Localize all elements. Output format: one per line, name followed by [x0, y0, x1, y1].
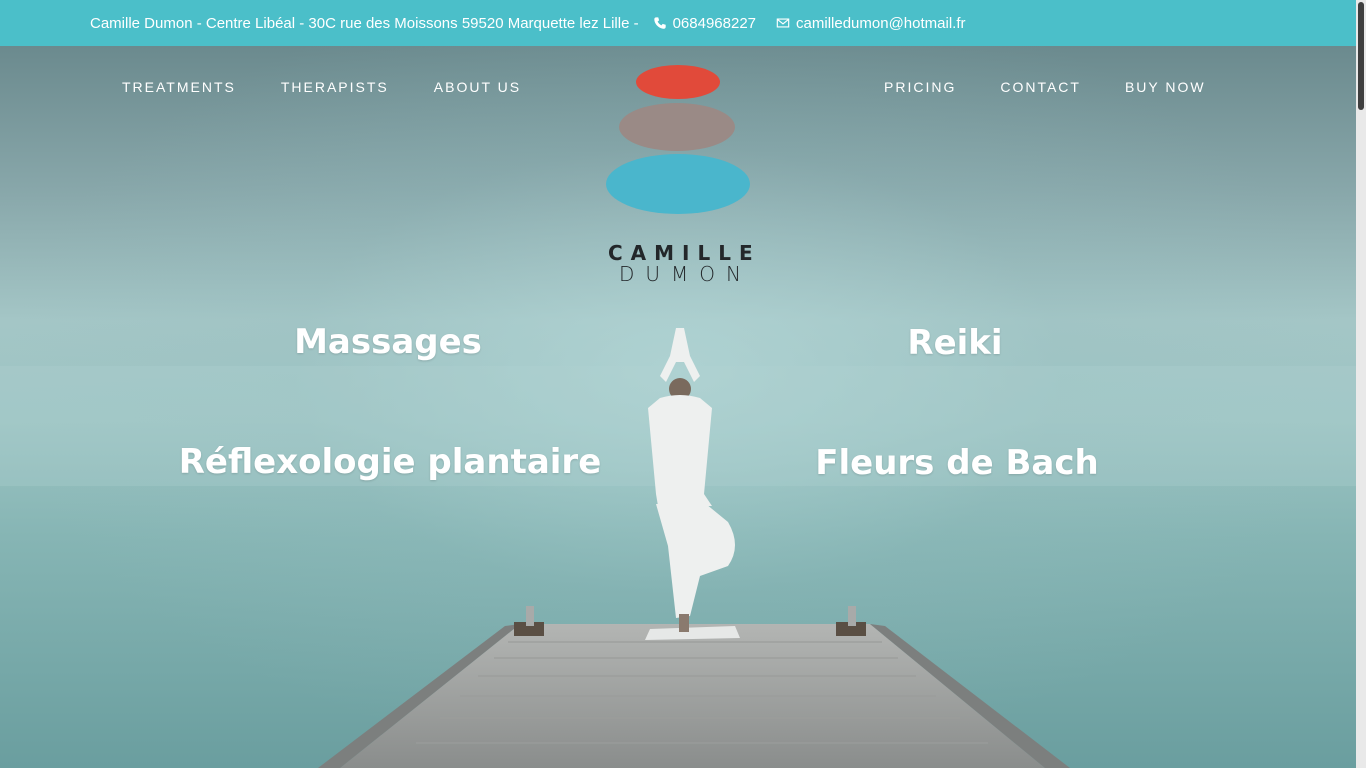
nav-therapists[interactable]: THERAPISTS	[281, 79, 389, 101]
phone-number: 0684968227	[672, 14, 757, 32]
phone-link[interactable]: 0684968227	[653, 15, 756, 32]
service-reiki[interactable]: Reiki	[907, 323, 1002, 363]
nav-treatments[interactable]: TREATMENTS	[122, 79, 236, 101]
nav-about-us[interactable]: ABOUT US	[434, 79, 521, 101]
service-massages[interactable]: Massages	[294, 322, 482, 362]
email-link[interactable]: camilledumon@hotmail.fr	[776, 15, 965, 32]
service-fleurs-de-bach[interactable]: Fleurs de Bach	[815, 443, 1098, 483]
nav-pricing[interactable]: PRICING	[884, 79, 956, 101]
address-text: Camille Dumon - Centre Libéal - 30C rue …	[90, 14, 639, 32]
email-address: camilledumon@hotmail.fr	[796, 14, 966, 32]
nav-buy-now[interactable]: BUY NOW	[1125, 79, 1206, 101]
envelope-icon	[776, 18, 790, 28]
nav-contact[interactable]: CONTACT	[1000, 79, 1081, 101]
page-scrollbar[interactable]	[1356, 0, 1366, 768]
logo-text-last[interactable]: DUMON	[600, 262, 760, 286]
top-info-bar: Camille Dumon - Centre Libéal - 30C rue …	[0, 0, 1356, 46]
main-nav-left: TREATMENTS THERAPISTS ABOUT US	[122, 79, 566, 101]
main-nav-right: PRICING CONTACT BUY NOW	[884, 79, 1250, 101]
stone-middle	[619, 103, 735, 151]
phone-icon	[653, 17, 666, 29]
scrollbar-thumb[interactable]	[1358, 2, 1364, 110]
stone-top	[636, 65, 720, 99]
stone-bottom	[606, 154, 750, 214]
service-reflexologie[interactable]: Réflexologie plantaire	[179, 442, 602, 482]
